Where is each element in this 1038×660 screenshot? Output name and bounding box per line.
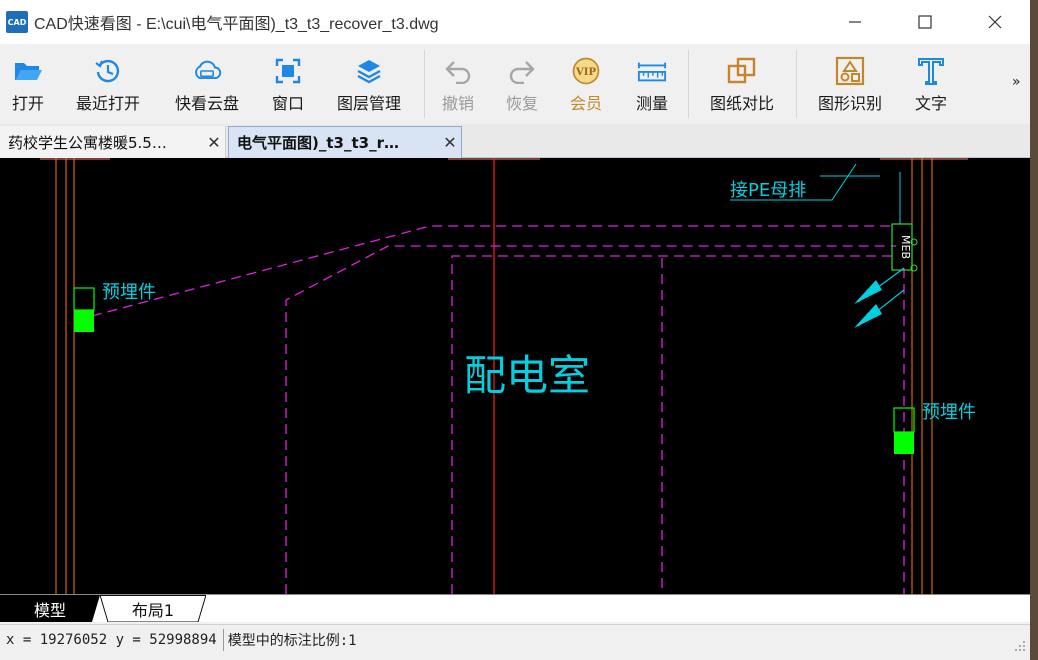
tab-close-icon[interactable]: ✕: [439, 133, 461, 152]
close-button[interactable]: [960, 0, 1030, 44]
drawing-compare-label: 图纸对比: [709, 94, 774, 113]
embed-part-left-fill: [74, 310, 94, 332]
meb-label: MEB: [899, 235, 912, 259]
text-label: 文字: [914, 94, 947, 113]
tab-close-icon[interactable]: ✕: [203, 133, 225, 152]
vip-button[interactable]: VIP 会员: [566, 44, 606, 124]
minimize-icon: [849, 21, 861, 23]
undo-icon: [443, 56, 473, 86]
embed-part-left: [73, 287, 95, 311]
open-label: 打开: [11, 94, 44, 113]
folder-open-icon: [13, 56, 43, 86]
maximize-icon: [918, 15, 932, 29]
route-line: [285, 245, 896, 594]
vip-badge-text: VIP: [575, 67, 596, 78]
shape-recognize-button[interactable]: 图形识别: [812, 44, 888, 124]
compare-icon: [727, 56, 757, 86]
app-logo-text: CAD: [7, 17, 27, 27]
history-icon: [93, 56, 123, 86]
cloud-drive-button[interactable]: 快看云盘: [168, 44, 246, 124]
status-bar: x = 19276052 y = 52998894 模型中的标注比例:1: [0, 624, 1030, 654]
undo-label: 撤销: [441, 94, 474, 113]
cursor-coordinates: x = 19276052 y = 52998894: [0, 628, 224, 651]
resize-grip-icon[interactable]: [1014, 640, 1026, 652]
cloud-drive-icon: [192, 56, 222, 86]
text-button[interactable]: 文字: [910, 44, 952, 124]
redo-icon: [507, 56, 537, 86]
vip-label: 会员: [569, 94, 602, 113]
window-button[interactable]: 窗口: [268, 44, 308, 124]
layers-icon: [354, 56, 384, 86]
redo-button[interactable]: 恢复: [502, 44, 542, 124]
layout-tab-outline: [100, 595, 206, 622]
toolbar-separator: [796, 50, 797, 118]
vip-icon: VIP: [571, 56, 601, 86]
cad-viewer-window: CAD CAD快速看图 - E:\cui\电气平面图)_t3_t3_recove…: [0, 0, 1038, 660]
window-title: CAD快速看图 - E:\cui\电气平面图)_t3_t3_recover_t3…: [34, 16, 439, 33]
drawing-canvas[interactable]: 接PE母排 MEB 预埋件 预埋件 配电室: [0, 158, 1030, 594]
desktop-background-strip: [1030, 0, 1038, 660]
undo-button[interactable]: 撤销: [438, 44, 478, 124]
pe-bar-label: 接PE母排: [730, 180, 806, 201]
measure-label: 测量: [635, 94, 668, 113]
close-icon: [988, 15, 1002, 29]
drawing-compare-button[interactable]: 图纸对比: [704, 44, 780, 124]
recent-button[interactable]: 最近打开: [70, 44, 146, 124]
tab-document-2[interactable]: 电气平面图)_t3_t3_r… ✕: [228, 126, 462, 158]
toolbar-separator: [424, 50, 425, 118]
redo-label: 恢复: [505, 94, 538, 113]
ruler-icon: [637, 56, 667, 86]
minimize-button[interactable]: [820, 0, 890, 44]
title-bar: CAD CAD快速看图 - E:\cui\电气平面图)_t3_t3_recove…: [0, 0, 1030, 44]
shape-recognize-label: 图形识别: [817, 94, 882, 113]
cloud-drive-label: 快看云盘: [174, 94, 239, 113]
toolbar-separator: [688, 50, 689, 118]
cad-drawing: 接PE母排 MEB 预埋件 预埋件 配电室: [40, 158, 976, 594]
shape-recognize-icon: [835, 56, 865, 86]
maximize-button[interactable]: [890, 0, 960, 44]
app-logo-icon: CAD: [6, 11, 28, 33]
annotation-scale: 模型中的标注比例:1: [227, 632, 357, 649]
grounding-route: [91, 225, 905, 594]
window-label: 窗口: [271, 94, 304, 113]
recent-label: 最近打开: [75, 94, 140, 113]
open-button[interactable]: 打开: [8, 44, 48, 124]
arrow-head: [854, 280, 882, 304]
text-icon: [916, 56, 946, 86]
embed-left-label: 预埋件: [102, 282, 156, 303]
tab-document-1[interactable]: 药校学生公寓楼暖5.5… ✕: [0, 126, 226, 158]
main-toolbar: 打开 最近打开 快看云盘 窗口 图层管理 撤销 恢复 VIP 会员 测量 图纸对…: [0, 44, 1030, 124]
arrow-head: [854, 304, 882, 328]
window-icon: [273, 56, 303, 86]
layer-manager-label: 图层管理: [336, 94, 401, 113]
layout-tab-bar: 模型 布局1: [0, 594, 1030, 622]
tab-label: 药校学生公寓楼暖5.5…: [8, 133, 167, 152]
toolbar-more-button[interactable]: »: [1012, 74, 1021, 90]
embed-right-label: 预埋件: [922, 402, 976, 423]
embed-part-right-fill: [894, 432, 914, 454]
document-tabs: 药校学生公寓楼暖5.5… ✕ 电气平面图)_t3_t3_r… ✕: [0, 124, 1030, 158]
layer-manager-button[interactable]: 图层管理: [330, 44, 408, 124]
tab-label: 电气平面图)_t3_t3_r…: [237, 134, 399, 152]
layout-tab-model[interactable]: 模型: [0, 595, 100, 622]
room-label: 配电室: [464, 351, 590, 400]
measure-button[interactable]: 测量: [632, 44, 672, 124]
route-line: [451, 255, 896, 594]
